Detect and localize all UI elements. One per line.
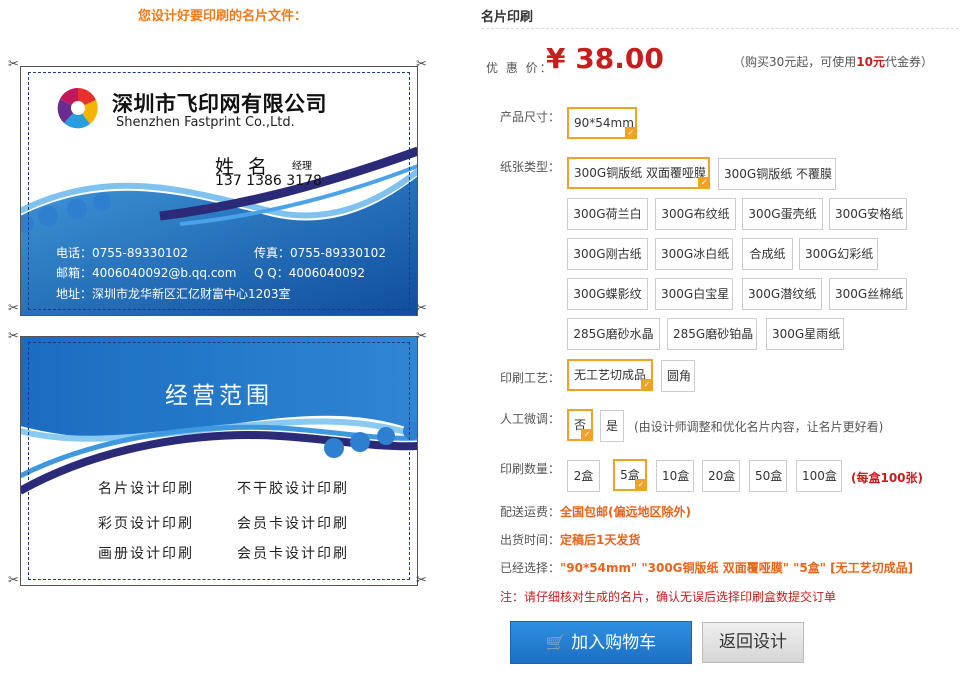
paper-option[interactable]: 300G刚古纸 [567, 238, 648, 270]
manual-adjust-label: 人工微调： [500, 412, 561, 426]
paper-option[interactable]: 285G磨砂水晶 [567, 318, 660, 350]
quantity-label: 印刷数量： [500, 462, 561, 476]
scissor-icon: ✂ [416, 329, 427, 344]
add-to-cart-button[interactable]: 🛒 加入购物车 [510, 621, 692, 664]
scissor-icon: ✂ [8, 573, 19, 588]
scissor-icon: ✂ [416, 573, 427, 588]
paper-option[interactable]: 300G蛋壳纸 [742, 198, 823, 230]
paper-option[interactable]: 300G铜版纸 不覆膜 [718, 158, 836, 190]
back-to-design-button[interactable]: 返回设计 [702, 622, 804, 663]
price-value: ¥ 38.00 [546, 42, 664, 75]
order-warning: 注：请仔细核对生成的名片，确认无误后选择印刷盒数提交订单 [500, 590, 837, 604]
craft-label: 印刷工艺： [500, 371, 561, 385]
scissor-icon: ✂ [416, 57, 427, 72]
cart-icon: 🛒 [545, 633, 566, 652]
paper-label: 纸张类型： [500, 160, 561, 174]
paper-option[interactable]: 300G蝶影纹 [567, 278, 648, 310]
paper-option[interactable]: 300G白宝星 [655, 278, 733, 310]
paper-option[interactable]: 300G布纹纸 [655, 198, 736, 230]
manual-adjust-yes[interactable]: 是 [600, 410, 624, 442]
quantity-option[interactable]: 100盒 [796, 460, 842, 492]
paper-option[interactable]: 合成纸 [742, 238, 793, 270]
size-label: 产品尺寸： [500, 110, 561, 124]
paper-option[interactable]: 300G丝棉纸 [829, 278, 907, 310]
safe-area-front [28, 72, 410, 310]
quantity-option[interactable]: 5盒 [613, 459, 647, 491]
paper-option[interactable]: 300G安格纸 [829, 198, 907, 230]
add-to-cart-label: 加入购物车 [571, 633, 657, 653]
paper-option[interactable]: 300G冰白纸 [655, 238, 733, 270]
preview-title: 您设计好要印刷的名片文件： [138, 9, 308, 24]
price-label: 优 惠 价： [486, 61, 554, 75]
scissor-icon: ✂ [416, 301, 427, 316]
delivery-row: 出货时间：定稿后1天发货 [500, 533, 641, 547]
paper-option[interactable]: 285G磨砂铂晶 [667, 318, 757, 350]
paper-option[interactable]: 300G幻彩纸 [799, 238, 878, 270]
manual-adjust-no[interactable]: 否 [567, 409, 593, 441]
quantity-option[interactable]: 50盒 [749, 460, 787, 492]
manual-adjust-note: (由设计师调整和优化名片内容，让名片更好看) [634, 420, 884, 434]
paper-option[interactable]: 300G铜版纸 双面覆哑膜 [567, 157, 710, 189]
paper-option[interactable]: 300G潜纹纸 [742, 278, 822, 310]
size-option-90x54[interactable]: 90*54mm [567, 107, 637, 139]
scissor-icon: ✂ [8, 329, 19, 344]
page: 您设计好要印刷的名片文件： 深圳市飞印网有限公司 Shenzhen Fastpr… [0, 0, 962, 682]
order-title: 名片印刷 [481, 10, 534, 25]
quantity-option[interactable]: 10盒 [656, 460, 694, 492]
divider [481, 28, 959, 29]
coupon-note: （购买30元起，可使用10元代金券） [733, 55, 933, 69]
safe-area-back [28, 342, 410, 580]
craft-option-none[interactable]: 无工艺切成品 [567, 359, 653, 391]
craft-option-round-corner[interactable]: 圆角 [661, 360, 695, 392]
quantity-option[interactable]: 20盒 [702, 460, 740, 492]
scissor-icon: ✂ [8, 57, 19, 72]
selection-summary-row: 已经选择："90*54mm" "300G铜版纸 双面覆哑膜" "5盒" [无工艺… [500, 561, 914, 575]
paper-option[interactable]: 300G星雨纸 [766, 318, 844, 350]
quantity-option[interactable]: 2盒 [567, 460, 600, 492]
scissor-icon: ✂ [8, 301, 19, 316]
shipping-row: 配送运费：全国包邮(偏远地区除外) [500, 505, 691, 519]
paper-option[interactable]: 300G荷兰白 [567, 198, 648, 230]
quantity-note: (每盒100张) [851, 471, 924, 485]
